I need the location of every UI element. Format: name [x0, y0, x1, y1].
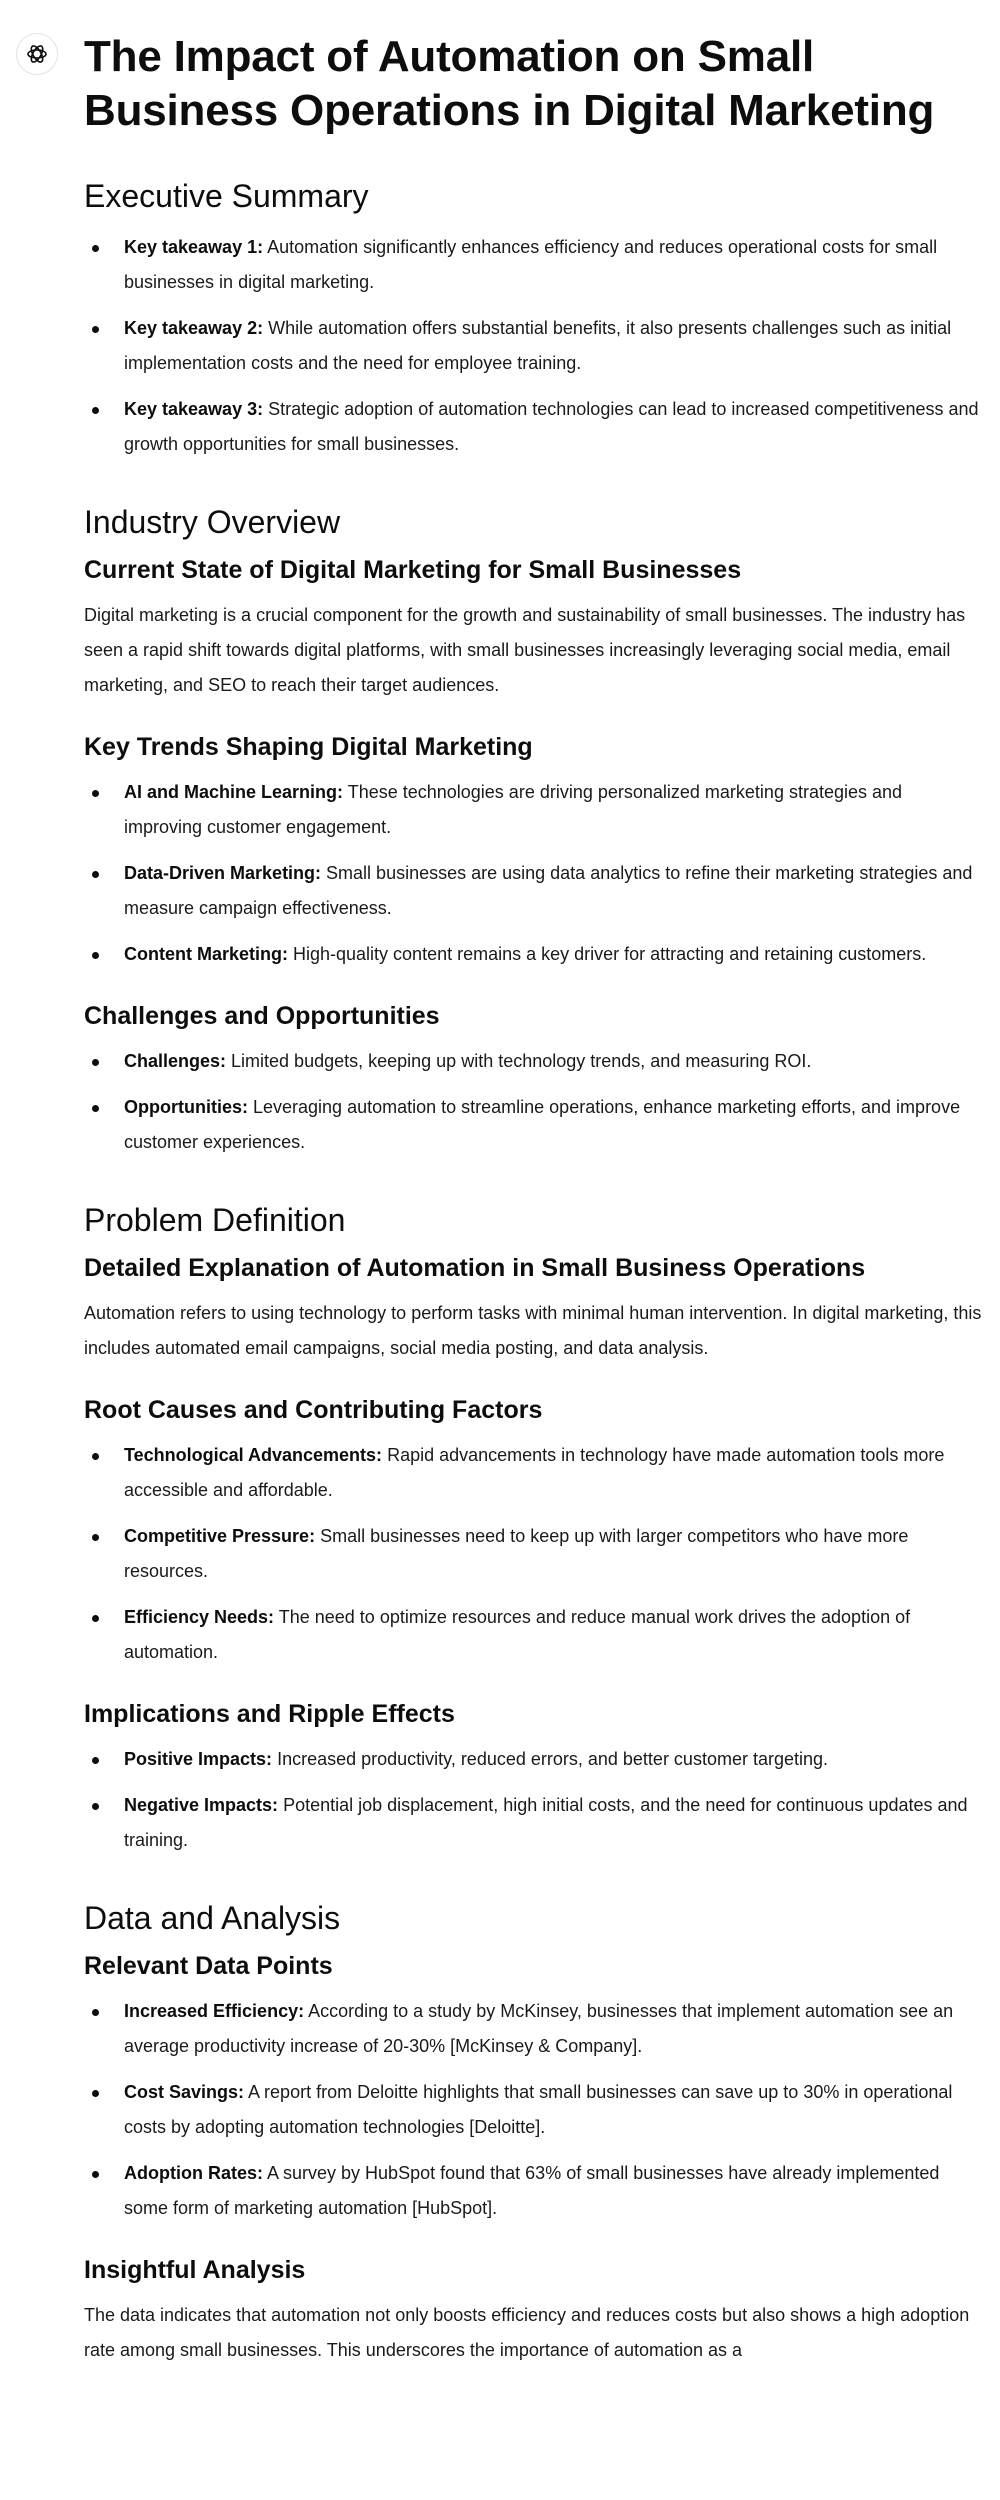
openai-logo-icon [27, 45, 47, 63]
executive-summary-list: Key takeaway 1: Automation significantly… [84, 230, 984, 462]
subheading-challenges: Challenges and Opportunities [84, 1002, 440, 1030]
subheading-root-causes: Root Causes and Contributing Factors [84, 1396, 543, 1424]
assistant-avatar [16, 33, 58, 75]
list-item: Adoption Rates: A survey by HubSpot foun… [84, 2156, 984, 2226]
list-item: Technological Advancements: Rapid advanc… [84, 1438, 984, 1508]
list-item: Positive Impacts: Increased productivity… [84, 1742, 984, 1777]
list-item: AI and Machine Learning: These technolog… [84, 775, 984, 845]
data-points-list: Increased Efficiency: According to a stu… [84, 1994, 984, 2226]
paragraph-insightful-analysis: The data indicates that automation not o… [84, 2305, 970, 2360]
root-causes-list: Technological Advancements: Rapid advanc… [84, 1438, 984, 1670]
list-item: Key takeaway 1: Automation significantly… [84, 230, 984, 300]
subheading-data-points: Relevant Data Points [84, 1952, 333, 1980]
subheading-implications: Implications and Ripple Effects [84, 1700, 455, 1728]
section-heading-industry-overview: Industry Overview [84, 504, 341, 540]
paragraph-current-state: Digital marketing is a crucial component… [84, 605, 966, 695]
list-item: Data-Driven Marketing: Small businesses … [84, 856, 984, 926]
key-trends-list: AI and Machine Learning: These technolog… [84, 775, 984, 972]
subheading-insightful-analysis: Insightful Analysis [84, 2256, 306, 2284]
subheading-current-state: Current State of Digital Marketing for S… [84, 556, 742, 584]
list-item: Opportunities: Leveraging automation to … [84, 1090, 984, 1160]
list-item: Key takeaway 3: Strategic adoption of au… [84, 392, 984, 462]
section-heading-executive-summary: Executive Summary [84, 178, 369, 214]
implications-list: Positive Impacts: Increased productivity… [84, 1742, 984, 1858]
assistant-message: The Impact of Automation on Small Busine… [84, 30, 984, 2368]
list-item: Content Marketing: High-quality content … [84, 937, 984, 972]
challenges-list: Challenges: Limited budgets, keeping up … [84, 1044, 984, 1160]
list-item: Efficiency Needs: The need to optimize r… [84, 1600, 984, 1670]
subheading-key-trends: Key Trends Shaping Digital Marketing [84, 733, 533, 761]
list-item: Cost Savings: A report from Deloitte hig… [84, 2075, 984, 2145]
list-item: Competitive Pressure: Small businesses n… [84, 1519, 984, 1589]
list-item: Challenges: Limited budgets, keeping up … [84, 1044, 984, 1079]
paragraph-explanation: Automation refers to using technology to… [84, 1303, 982, 1358]
section-heading-problem-definition: Problem Definition [84, 1202, 346, 1238]
list-item: Key takeaway 2: While automation offers … [84, 311, 984, 381]
section-heading-data-analysis: Data and Analysis [84, 1900, 341, 1936]
page-title: The Impact of Automation on Small Busine… [84, 32, 935, 135]
subheading-explanation: Detailed Explanation of Automation in Sm… [84, 1254, 866, 1282]
list-item: Negative Impacts: Potential job displace… [84, 1788, 984, 1858]
list-item: Increased Efficiency: According to a stu… [84, 1994, 984, 2064]
